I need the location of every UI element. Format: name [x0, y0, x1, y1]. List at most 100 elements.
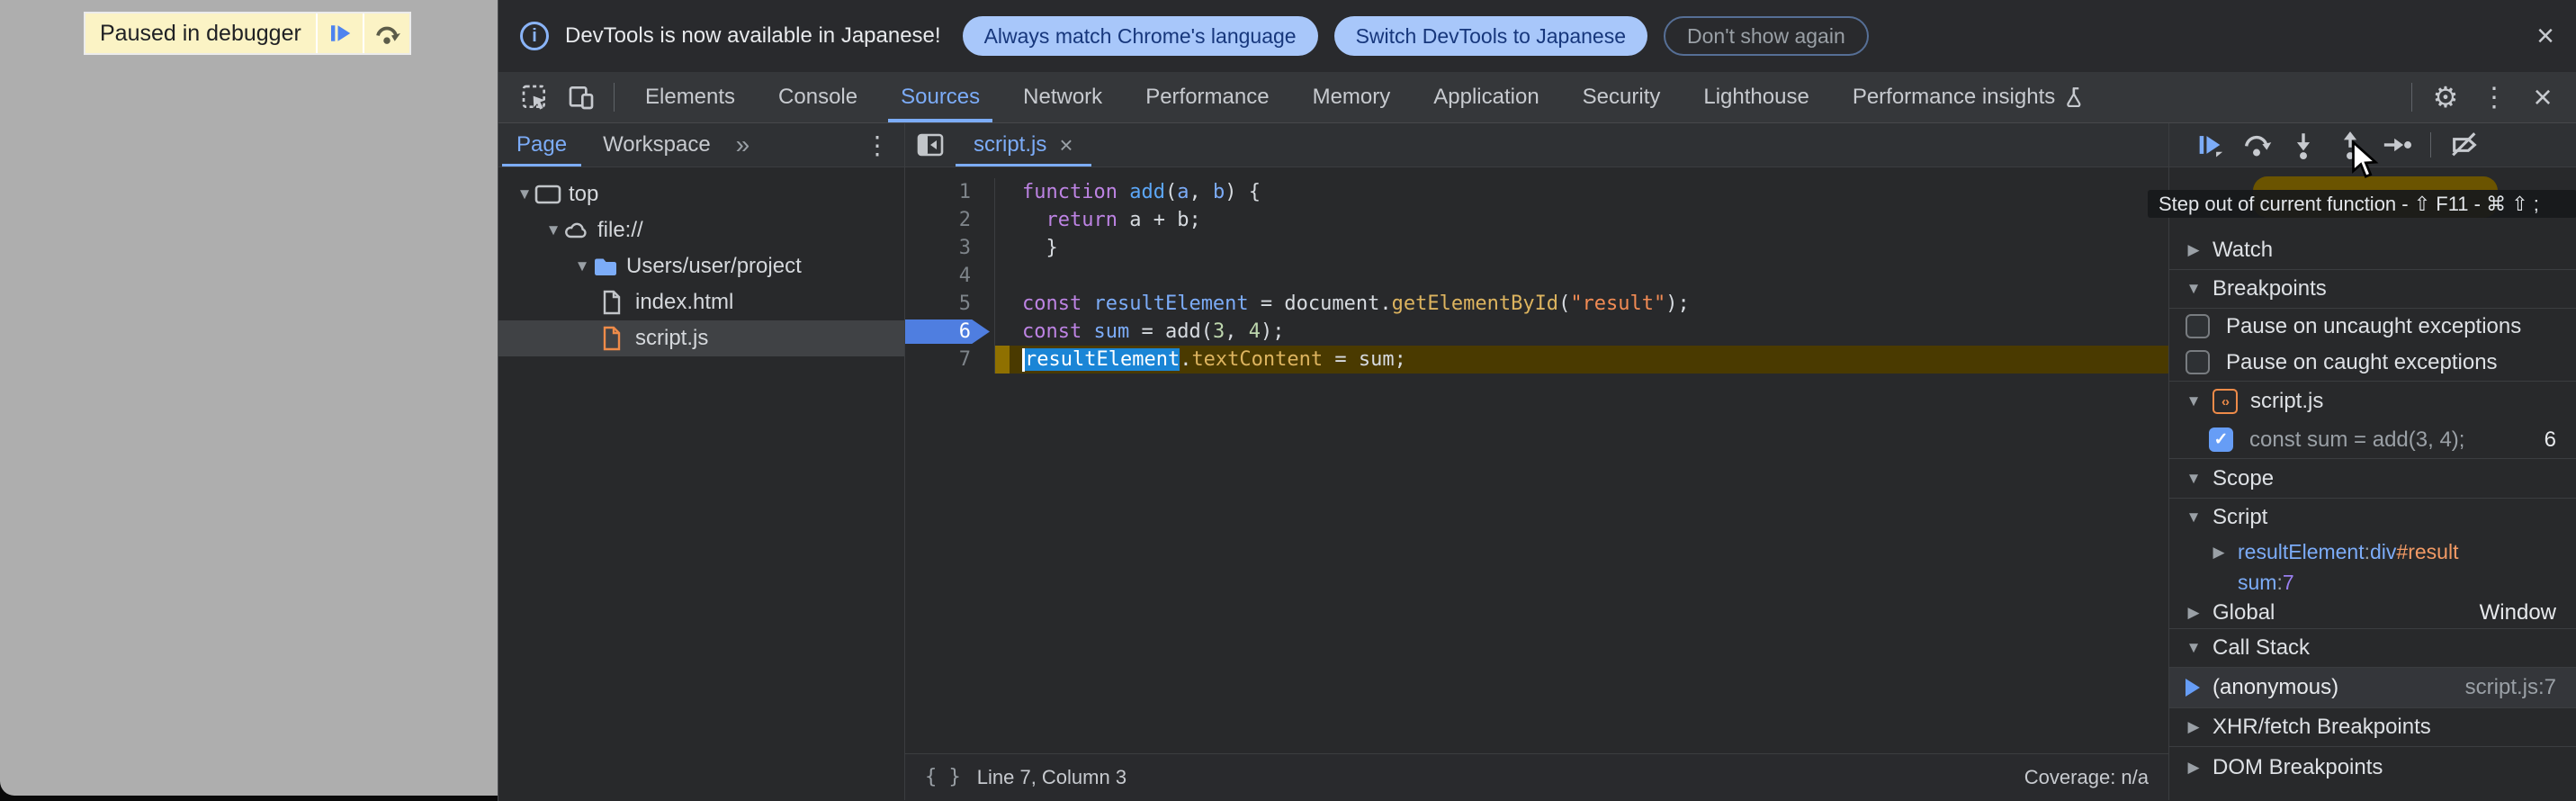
- navigator-tab-workspace[interactable]: Workspace: [585, 123, 729, 166]
- navigator-more-icon[interactable]: ⋮: [850, 123, 904, 166]
- editor-tab-close-icon[interactable]: ×: [1059, 131, 1073, 159]
- devtools-toolbar: Elements Console Sources Network Perform…: [498, 72, 2576, 123]
- section-watch[interactable]: ▶ Watch: [2169, 230, 2576, 270]
- chevron-down-icon[interactable]: ▼: [2184, 392, 2204, 410]
- step-button[interactable]: [2376, 123, 2418, 166]
- folder-icon: [592, 255, 626, 278]
- switch-devtools-japanese-button[interactable]: Switch DevTools to Japanese: [1334, 16, 1647, 56]
- tab-security-label: Security: [1583, 85, 1661, 110]
- tree-item-top[interactable]: ▼ top: [498, 176, 904, 212]
- tab-performance[interactable]: Performance: [1124, 72, 1290, 122]
- section-call-stack[interactable]: ▼ Call Stack: [2169, 629, 2576, 668]
- chevron-right-icon[interactable]: ▶: [2184, 718, 2204, 736]
- resume-button[interactable]: [2189, 123, 2230, 166]
- section-breakpoints[interactable]: ▼ Breakpoints: [2169, 270, 2576, 308]
- settings-gear-icon[interactable]: ⚙: [2421, 72, 2470, 122]
- code-line[interactable]: 6const sum = add(3, 4);: [905, 318, 2168, 346]
- line-number[interactable]: 7: [905, 346, 995, 374]
- code-line[interactable]: 7resultElement.textContent = sum;: [905, 346, 2168, 374]
- line-number[interactable]: 4: [905, 262, 995, 290]
- device-toolbar-button[interactable]: [558, 72, 605, 122]
- toolbar-right-controls: ⚙ ⋮ ×: [2402, 72, 2576, 122]
- always-match-language-button[interactable]: Always match Chrome's language: [963, 16, 1318, 56]
- pause-uncaught-row[interactable]: Pause on uncaught exceptions: [2169, 308, 2576, 344]
- code-line[interactable]: 5const resultElement = document.getEleme…: [905, 290, 2168, 318]
- breakpoint-entry-row[interactable]: ✓ const sum = add(3, 4); 6: [2169, 421, 2576, 459]
- call-stack-frame-row[interactable]: (anonymous) script.js:7: [2169, 668, 2576, 708]
- navigator-tab-page[interactable]: Page: [498, 123, 585, 166]
- tab-lighthouse[interactable]: Lighthouse: [1682, 72, 1830, 122]
- tab-sources[interactable]: Sources: [879, 72, 1001, 122]
- scope-var-resultelement[interactable]: ▶ resultElement: div#result: [2169, 536, 2576, 568]
- tab-console[interactable]: Console: [757, 72, 879, 122]
- chevron-down-icon[interactable]: ▼: [2184, 280, 2204, 298]
- navigator-tab-workspace-label: Workspace: [603, 132, 711, 158]
- toggle-navigator-panel-icon[interactable]: [905, 123, 956, 166]
- tab-application-label: Application: [1433, 85, 1539, 110]
- pause-uncaught-checkbox[interactable]: [2186, 314, 2210, 338]
- step-over-button-banner[interactable]: [363, 14, 409, 53]
- pause-caught-checkbox[interactable]: [2186, 350, 2210, 374]
- tab-memory[interactable]: Memory: [1291, 72, 1413, 122]
- breakpoint-line-number[interactable]: 6: [905, 318, 995, 346]
- line-number[interactable]: 1: [905, 178, 995, 206]
- breakpoint-checkbox[interactable]: ✓: [2209, 428, 2233, 452]
- expand-triangle-icon[interactable]: ▼: [543, 221, 563, 239]
- tree-item-script-js[interactable]: script.js: [498, 320, 904, 356]
- resume-icon: [327, 20, 354, 47]
- resume-script-button[interactable]: [316, 14, 363, 53]
- chevron-down-icon[interactable]: ▼: [2184, 639, 2204, 657]
- scope-global-value: Window: [2480, 600, 2576, 626]
- breakpoint-file-group[interactable]: ▼ ‹› script.js: [2169, 382, 2576, 421]
- inspect-element-button[interactable]: [511, 72, 558, 122]
- code-line[interactable]: 4: [905, 262, 2168, 290]
- tab-security[interactable]: Security: [1561, 72, 1683, 122]
- scope-var-sum[interactable]: ▶ sum: 7: [2169, 568, 2576, 597]
- line-number[interactable]: 2: [905, 206, 995, 234]
- dont-show-again-button[interactable]: Don't show again: [1664, 16, 1869, 56]
- tree-item-label: Users/user/project: [626, 254, 802, 279]
- tree-item-label: index.html: [635, 290, 733, 315]
- chevron-down-icon[interactable]: ▼: [2184, 470, 2204, 488]
- expand-triangle-icon[interactable]: ▼: [515, 185, 534, 203]
- chevron-right-icon[interactable]: ▶: [2184, 604, 2204, 622]
- code-line[interactable]: 1function add(a, b) {: [905, 178, 2168, 206]
- tree-item-index-html[interactable]: index.html: [498, 284, 904, 320]
- tab-application[interactable]: Application: [1412, 72, 1560, 122]
- tree-item-project-folder[interactable]: ▼ Users/user/project: [498, 248, 904, 284]
- format-code-icon[interactable]: { }: [925, 766, 961, 788]
- editor-tab-script-js[interactable]: script.js ×: [956, 123, 1091, 166]
- more-options-icon[interactable]: ⋮: [2470, 72, 2518, 122]
- section-dom-breakpoints[interactable]: ▶ DOM Breakpoints: [2169, 747, 2576, 788]
- expand-triangle-icon[interactable]: ▼: [572, 257, 592, 275]
- step-over-button[interactable]: [2236, 123, 2277, 166]
- section-dom-label: DOM Breakpoints: [2212, 755, 2383, 780]
- navigator-tabs-overflow-icon[interactable]: »: [729, 123, 758, 166]
- code-line[interactable]: 3 }: [905, 234, 2168, 262]
- line-number[interactable]: 3: [905, 234, 995, 262]
- tab-memory-label: Memory: [1313, 85, 1391, 110]
- chevron-right-icon[interactable]: ▶: [2184, 759, 2204, 777]
- code-editor[interactable]: 1function add(a, b) {2 return a + b;3 }4…: [905, 167, 2168, 753]
- code-text: }: [995, 234, 2168, 262]
- deactivate-breakpoints-button[interactable]: [2444, 123, 2485, 166]
- chevron-right-icon[interactable]: ▶: [2184, 241, 2204, 259]
- tab-performance-label: Performance: [1145, 85, 1269, 110]
- close-devtools-icon[interactable]: ×: [2518, 72, 2567, 122]
- tab-elements[interactable]: Elements: [624, 72, 757, 122]
- tab-network[interactable]: Network: [1001, 72, 1124, 122]
- tab-performance-insights[interactable]: Performance insights: [1831, 72, 2109, 122]
- section-xhr-breakpoints[interactable]: ▶ XHR/fetch Breakpoints: [2169, 708, 2576, 747]
- tree-item-file-protocol[interactable]: ▼ file://: [498, 212, 904, 248]
- scope-global-group[interactable]: ▶ Global Window: [2169, 597, 2576, 629]
- step-into-button[interactable]: [2283, 123, 2324, 166]
- coverage-label: Coverage: n/a: [2024, 766, 2149, 789]
- section-scope[interactable]: ▼ Scope: [2169, 459, 2576, 499]
- line-number[interactable]: 5: [905, 290, 995, 318]
- chevron-down-icon[interactable]: ▼: [2184, 508, 2204, 526]
- code-line[interactable]: 2 return a + b;: [905, 206, 2168, 234]
- infobar-close-icon[interactable]: ×: [2536, 21, 2554, 51]
- chevron-right-icon[interactable]: ▶: [2209, 544, 2229, 562]
- pause-caught-row[interactable]: Pause on caught exceptions: [2169, 344, 2576, 382]
- scope-script-group[interactable]: ▼ Script: [2169, 499, 2576, 536]
